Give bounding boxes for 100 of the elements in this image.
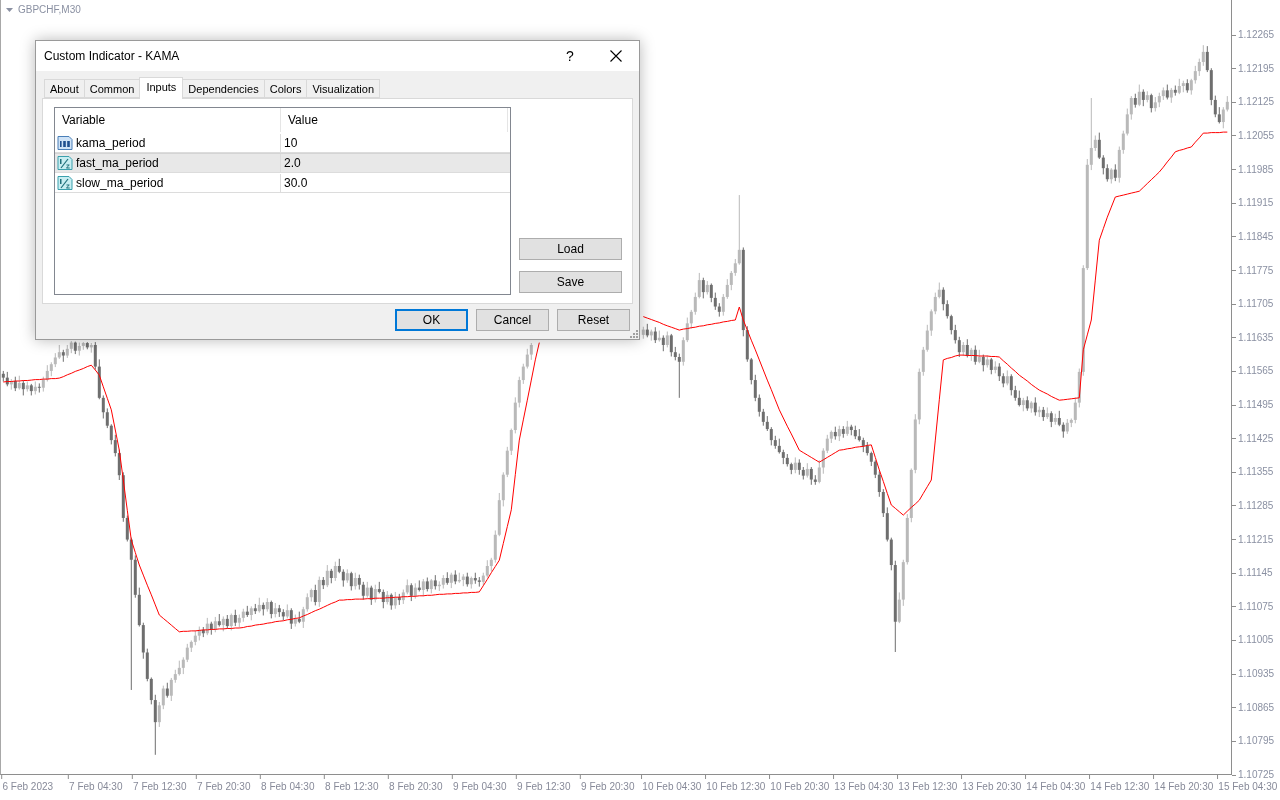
time-label: 10 Feb 20:30 (769, 775, 830, 793)
price-label: 1.12195 (1232, 62, 1275, 75)
candlestick (681, 336, 685, 367)
candlestick (1101, 154, 1105, 175)
candlestick (1213, 95, 1217, 118)
dialog-button[interactable]: Reset (557, 309, 630, 331)
candlestick (157, 701, 161, 728)
candlestick (149, 676, 153, 705)
candlestick (153, 694, 157, 756)
dialog-button[interactable]: OK (395, 309, 468, 331)
candlestick (349, 571, 353, 591)
price-label: 1.11075 (1232, 600, 1274, 613)
candlestick (525, 348, 529, 370)
time-label: 8 Feb 12:30 (324, 775, 379, 793)
candlestick (701, 277, 705, 299)
time-label: 14 Feb 04:30 (1025, 775, 1086, 793)
price-label: 1.12125 (1232, 96, 1275, 109)
candlestick (105, 407, 109, 429)
candlestick (325, 564, 329, 588)
parameter-row[interactable]: kama_period 10 (55, 133, 510, 153)
price-label: 1.12055 (1232, 129, 1275, 142)
price-label: 1.11565 (1232, 365, 1274, 378)
parameter-row[interactable]: slow_ma_period 30.0 (55, 173, 510, 193)
candlestick (185, 643, 189, 663)
price-label: 1.12265 (1232, 29, 1275, 42)
candlestick (957, 336, 961, 358)
candlestick (965, 338, 969, 358)
time-label: 14 Feb 12:30 (1089, 775, 1150, 793)
candlestick (757, 393, 761, 418)
number-tile-icon (57, 135, 73, 151)
candlestick (897, 591, 901, 624)
price-label: 1.10795 (1232, 735, 1275, 748)
side-button[interactable]: Load (519, 238, 622, 260)
price-label: 1.11495 (1232, 399, 1274, 412)
parameter-row[interactable]: fast_ma_period 2.0 (55, 153, 510, 173)
candlestick (949, 314, 953, 335)
candlestick (509, 428, 513, 456)
candlestick (753, 374, 757, 402)
time-label: 13 Feb 04:30 (833, 775, 894, 793)
candlestick (1149, 93, 1153, 113)
candlestick (1089, 97, 1093, 171)
candlestick (737, 194, 741, 266)
candlestick (953, 324, 957, 345)
candlestick (369, 585, 373, 606)
candlestick (169, 677, 173, 702)
candlestick (521, 363, 525, 385)
time-label: 7 Feb 04:30 (68, 775, 123, 793)
dialog-tab[interactable]: Common (83, 79, 141, 98)
candlestick (1201, 44, 1205, 67)
time-label: 9 Feb 20:30 (580, 775, 635, 793)
price-label: 1.11845 (1232, 230, 1274, 243)
parameter-value: 30.0 (283, 175, 309, 192)
dialog-tab[interactable]: About (44, 79, 85, 98)
candlestick (1073, 396, 1077, 424)
candlestick (973, 344, 977, 366)
candlestick (93, 341, 97, 370)
candlestick (725, 278, 729, 300)
candlestick (709, 282, 713, 303)
time-label: 9 Feb 04:30 (452, 775, 507, 793)
candlestick (113, 434, 117, 457)
candlestick (941, 286, 945, 311)
candlestick (721, 293, 725, 317)
dialog-tab[interactable]: Visualization (306, 79, 381, 98)
time-label: 7 Feb 12:30 (132, 775, 187, 793)
time-label: 13 Feb 20:30 (961, 775, 1022, 793)
dialog-tab[interactable]: Inputs (139, 77, 184, 99)
price-label: 1.11145 (1232, 567, 1273, 580)
price-label: 1.10865 (1232, 701, 1275, 714)
resize-grip-icon[interactable] (630, 330, 638, 338)
price-label: 1.11705 (1232, 298, 1274, 311)
candlestick (929, 308, 933, 337)
caret-icon[interactable] (6, 8, 13, 12)
dialog-tab[interactable]: Dependencies (182, 79, 265, 98)
candlestick (697, 272, 701, 299)
dialog-button[interactable]: Cancel (476, 309, 549, 331)
candlestick (749, 357, 753, 385)
candlestick (933, 292, 937, 315)
candlestick (1097, 132, 1101, 160)
parameter-value: 2.0 (283, 155, 302, 172)
price-label: 1.11285 (1232, 499, 1274, 512)
candlestick (317, 576, 321, 608)
dialog-tab[interactable]: Colors (263, 79, 308, 98)
side-button[interactable]: Save (519, 271, 622, 293)
price-label: 1.10935 (1232, 668, 1275, 681)
time-label: 13 Feb 12:30 (897, 775, 958, 793)
candlestick (305, 592, 309, 613)
parameter-value: 10 (283, 135, 299, 152)
time-label: 7 Feb 20:30 (196, 775, 251, 793)
help-button[interactable]: ? (547, 41, 593, 71)
candlestick (729, 270, 733, 291)
chart-symbol: GBPCHF,M30 (18, 4, 81, 16)
fraction-tile-icon (57, 175, 73, 191)
parameter-name: slow_ma_period (76, 175, 164, 191)
price-label: 1.11215 (1232, 533, 1274, 546)
parameter-name: kama_period (76, 135, 146, 151)
candlestick (881, 488, 885, 518)
candlestick (669, 333, 673, 358)
candlestick (825, 434, 829, 454)
candlestick (769, 426, 773, 446)
price-label: 1.11775 (1232, 264, 1274, 277)
